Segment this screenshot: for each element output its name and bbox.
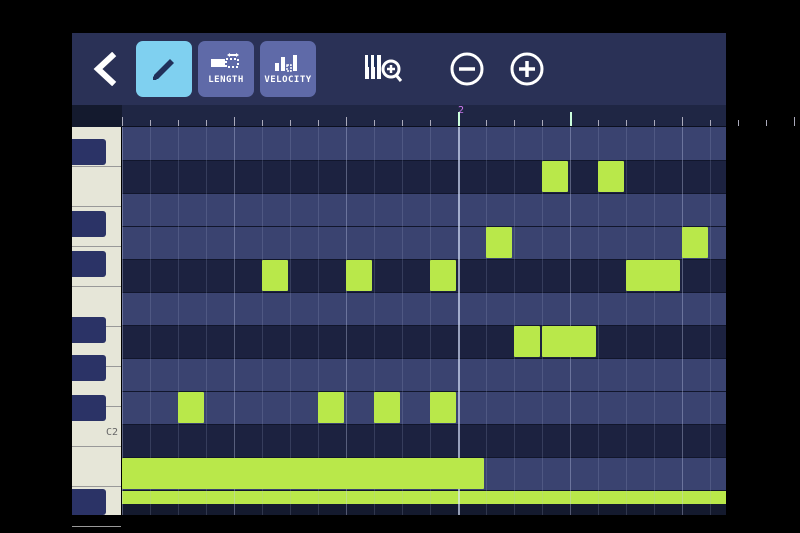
length-tool-button[interactable]: LENGTH (198, 41, 254, 97)
black-key[interactable] (72, 489, 106, 515)
midi-note[interactable] (318, 392, 344, 423)
time-ruler[interactable]: 2 (122, 105, 726, 127)
length-label: LENGTH (208, 75, 244, 85)
editor-main: C2 (72, 127, 726, 515)
piano-roll-screen: LENGTH VELOCITY (72, 33, 726, 515)
black-key[interactable] (72, 211, 106, 237)
velocity-icon (273, 53, 303, 73)
black-key[interactable] (72, 139, 106, 165)
midi-note[interactable] (626, 260, 680, 291)
zoom-out-button[interactable] (440, 41, 494, 97)
plus-circle-icon (507, 49, 547, 89)
pencil-icon (149, 54, 179, 84)
midi-note[interactable] (430, 392, 456, 423)
black-key[interactable] (72, 317, 106, 343)
velocity-tool-button[interactable]: VELOCITY (260, 41, 316, 97)
midi-note[interactable] (542, 326, 596, 357)
midi-note[interactable] (262, 260, 288, 291)
midi-note[interactable] (486, 227, 512, 258)
midi-note[interactable] (542, 161, 568, 192)
velocity-label: VELOCITY (264, 75, 311, 85)
zoom-in-button[interactable] (500, 41, 554, 97)
minus-circle-icon (447, 49, 487, 89)
black-key[interactable] (72, 395, 106, 421)
midi-note[interactable] (598, 161, 624, 192)
midi-note[interactable] (346, 260, 372, 291)
black-key[interactable] (72, 251, 106, 277)
midi-note[interactable] (682, 227, 708, 258)
midi-note[interactable] (514, 326, 540, 357)
midi-note[interactable] (178, 392, 204, 423)
length-icon (209, 53, 243, 73)
chevron-left-icon (92, 52, 120, 86)
black-key[interactable] (72, 355, 106, 381)
midi-note[interactable] (430, 260, 456, 291)
toolbar: LENGTH VELOCITY (72, 33, 726, 105)
key-label-c2: C2 (106, 427, 118, 438)
zoom-keyboard-button[interactable] (358, 41, 408, 97)
midi-note[interactable] (374, 392, 400, 423)
pencil-tool-button[interactable] (136, 41, 192, 97)
zoom-keys-icon (363, 51, 403, 87)
back-button[interactable] (82, 41, 130, 97)
piano-keys[interactable]: C2 (72, 127, 122, 515)
note-grid[interactable] (122, 127, 726, 515)
midi-note[interactable] (122, 458, 484, 489)
